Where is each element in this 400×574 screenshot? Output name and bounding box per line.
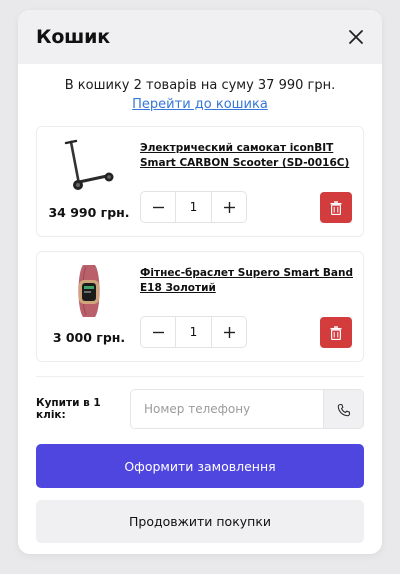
close-button[interactable]: [344, 25, 368, 49]
summary-text: В кошику 2 товарів на суму 37 990 грн.: [64, 78, 336, 93]
quantity-value[interactable]: 1: [175, 192, 212, 222]
cart-modal: Кошик В кошику 2 товарів на суму 37 990 …: [18, 10, 382, 554]
decrease-button[interactable]: [141, 317, 175, 347]
minus-icon: [152, 206, 164, 208]
delete-item-button[interactable]: [320, 192, 352, 223]
phone-submit-button[interactable]: [323, 390, 363, 428]
close-icon: [349, 30, 363, 44]
scooter-image: [64, 139, 114, 190]
cart-title: Кошик: [36, 26, 110, 48]
phone-input-group: [130, 389, 364, 429]
decrease-button[interactable]: [141, 192, 175, 222]
product-image[interactable]: [55, 137, 123, 195]
increase-button[interactable]: [212, 192, 246, 222]
continue-shopping-button[interactable]: Продовжити покупки: [36, 500, 364, 543]
item-price: 3 000 грн.: [52, 330, 126, 345]
cart-summary: В кошику 2 товарів на суму 37 990 грн. П…: [18, 64, 382, 112]
cart-header: Кошик: [18, 10, 382, 64]
product-image[interactable]: [55, 262, 123, 320]
phone-icon: [337, 403, 350, 416]
quantity-stepper: 1: [140, 191, 247, 223]
cart-item: 3 000 грн. Фітнес-браслет Supero Smart B…: [36, 251, 364, 362]
quantity-stepper: 1: [140, 316, 247, 348]
delete-item-button[interactable]: [320, 317, 352, 348]
phone-input[interactable]: [131, 390, 323, 428]
plus-icon: [223, 326, 235, 338]
go-to-cart-link[interactable]: Перейти до кошика: [132, 97, 268, 112]
trash-icon: [330, 325, 342, 340]
item-name-link[interactable]: Фітнес-браслет Supero Smart Band E18 Зол…: [140, 266, 358, 296]
fitness-band-image: [78, 265, 100, 317]
cart-item: 34 990 грн. Электрический самокат iconBI…: [36, 126, 364, 237]
checkout-button[interactable]: Оформити замовлення: [36, 444, 364, 488]
one-click-buy: Купити в 1 клік:: [36, 389, 364, 429]
divider: [36, 376, 364, 377]
item-name-link[interactable]: Электрический самокат iconBIT Smart CARB…: [140, 141, 358, 171]
quantity-value[interactable]: 1: [175, 317, 212, 347]
increase-button[interactable]: [212, 317, 246, 347]
minus-icon: [152, 331, 164, 333]
plus-icon: [223, 201, 235, 213]
one-click-label: Купити в 1 клік:: [36, 397, 101, 421]
item-price: 34 990 грн.: [48, 205, 130, 220]
trash-icon: [330, 200, 342, 215]
